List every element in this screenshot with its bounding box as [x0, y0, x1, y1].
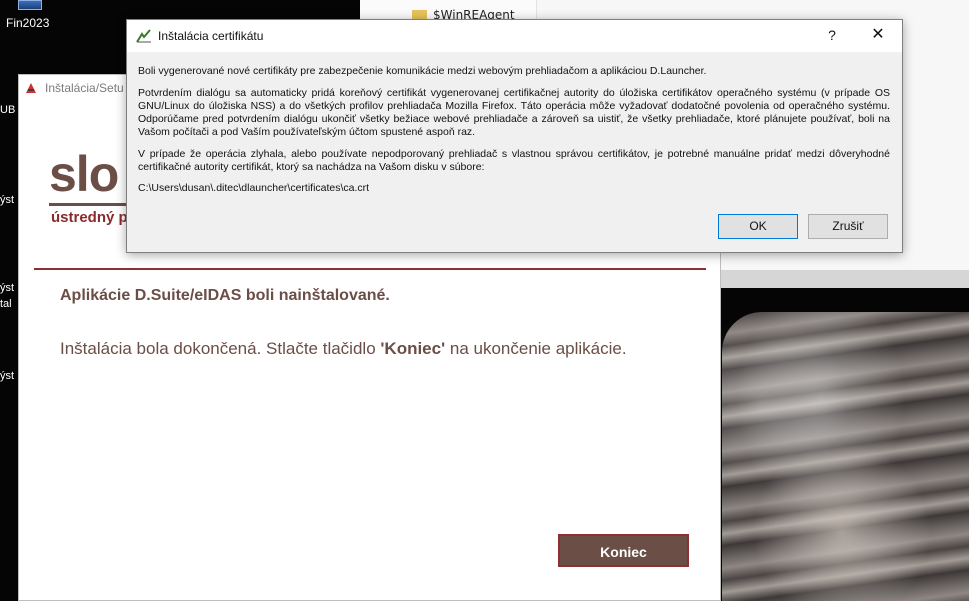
- installer-message: Inštalácia bola dokončená. Stlačte tlači…: [60, 339, 627, 359]
- divider: [34, 268, 706, 270]
- certificate-app-icon: [136, 29, 151, 43]
- certificate-path: C:\Users\dusan\.ditec\dlauncher\certific…: [138, 182, 370, 194]
- desktop-icon-ub[interactable]: UB: [0, 104, 15, 116]
- dialog-paragraph: Boli vygenerované nové certifikáty pre z…: [138, 65, 707, 77]
- cancel-button[interactable]: Zrušiť: [808, 214, 888, 239]
- wallpaper-planet-image: [722, 312, 969, 601]
- installer-heading: Aplikácie D.Suite/eIDAS boli nainštalova…: [60, 287, 390, 304]
- desktop-icon-label: Fin2023: [6, 16, 50, 30]
- message-prefix: Inštalácia bola dokončená. Stlačte tlači…: [60, 339, 381, 358]
- desktop-icon-partial[interactable]: ýst: [0, 194, 14, 206]
- certificate-dialog: Inštalácia certifikátu ? ✕ Boli vygenero…: [126, 19, 903, 253]
- dialog-paragraph: V prípade že operácia zlyhala, alebo pou…: [138, 148, 890, 173]
- ok-button[interactable]: OK: [718, 214, 798, 239]
- dialog-message: Boli vygenerované nové certifikáty pre z…: [138, 65, 890, 204]
- installer-window-title: Inštalácia/Setu: [45, 81, 124, 95]
- dialog-paragraph: Potvrdením dialógu sa automaticky pridá …: [138, 87, 890, 138]
- desktop-icon-label: ýst: [0, 194, 15, 206]
- close-icon[interactable]: ✕: [864, 23, 892, 47]
- brand-logo: slo ústredný p: [49, 145, 141, 226]
- dialog-title: Inštalácia certifikátu: [158, 29, 264, 43]
- app-icon: [26, 83, 36, 93]
- window-edge: [720, 270, 969, 288]
- desktop-icon-label: ýst: [0, 370, 15, 382]
- shortcut-icon: [18, 0, 42, 10]
- finish-button[interactable]: Koniec: [558, 534, 689, 567]
- desktop-icon-partial[interactable]: ýst: [0, 370, 14, 382]
- desktop-icon-partial[interactable]: tal: [0, 298, 12, 310]
- message-bold: 'Koniec': [380, 339, 446, 358]
- desktop-icon-partial[interactable]: ýst: [0, 282, 14, 294]
- desktop-icon-label: ýst: [0, 282, 15, 294]
- logo-text: slo: [49, 146, 119, 202]
- dialog-titlebar[interactable]: Inštalácia certifikátu ? ✕: [127, 20, 902, 52]
- desktop-icon-label: tal: [0, 298, 12, 310]
- desktop-icon-fin2023[interactable]: Fin2023: [6, 0, 66, 30]
- logo-tagline: ústredný p: [51, 209, 128, 226]
- desktop-icon-label: UB: [0, 104, 16, 116]
- message-suffix: na ukončenie aplikácie.: [445, 339, 627, 358]
- help-icon[interactable]: ?: [822, 25, 842, 45]
